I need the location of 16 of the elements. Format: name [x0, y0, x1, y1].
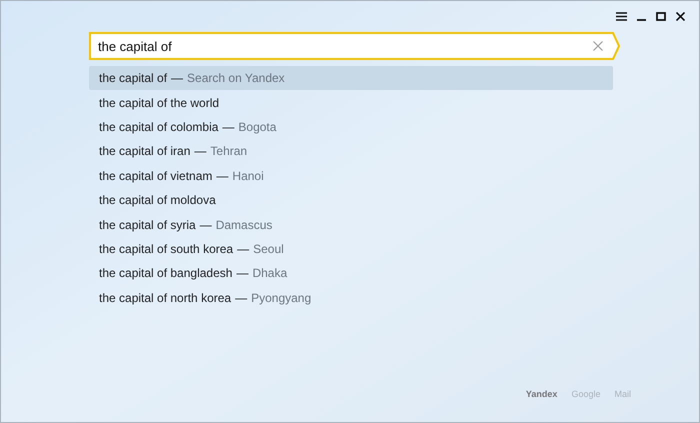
clear-icon[interactable]: [593, 41, 603, 51]
suggestion-item[interactable]: the capital of the world: [89, 90, 613, 115]
menu-icon[interactable]: [616, 12, 627, 20]
suggestion-item[interactable]: the capital of iran — Tehran: [89, 139, 613, 164]
suggestion-item[interactable]: the capital of colombia — Bogota: [89, 114, 613, 140]
suggestion-item[interactable]: the capital of north korea — Pyongyang: [89, 286, 613, 310]
suggestion-item[interactable]: the capital of syria — Damascus: [89, 212, 613, 237]
maximize-icon[interactable]: [656, 12, 666, 20]
engine-link[interactable]: Yandex: [526, 388, 558, 401]
suggestion-item[interactable]: the capital of — Search on Yandex: [89, 66, 613, 90]
suggestion-item[interactable]: the capital of vietnam — Hanoi: [89, 164, 613, 188]
suggestion-item[interactable]: the capital of south korea — Seoul: [89, 236, 613, 262]
suggestion-item[interactable]: the capital of bangladesh — Dhaka: [89, 261, 613, 286]
suggestion-item[interactable]: the capital of moldova: [89, 188, 613, 212]
close-icon[interactable]: [676, 12, 685, 20]
search-field[interactable]: the capital of: [89, 32, 619, 60]
